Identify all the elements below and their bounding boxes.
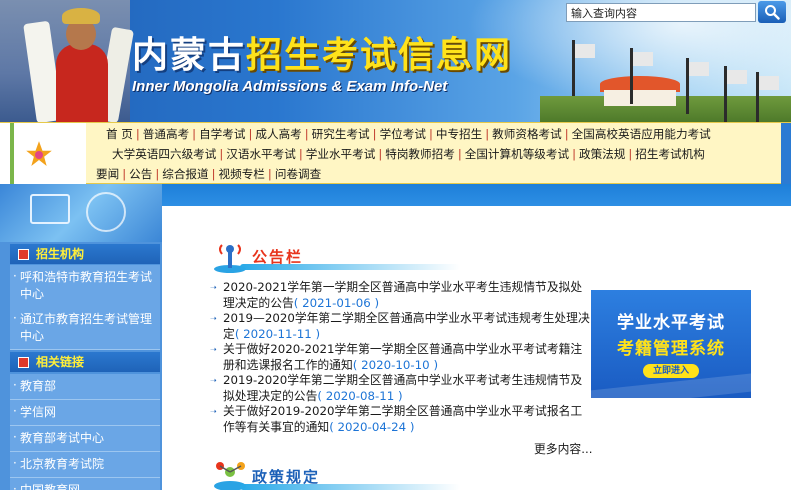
flag-pole: [630, 48, 653, 104]
nav-right-edge: [781, 123, 791, 185]
notice-date: ( 2020-11-11 ): [234, 326, 321, 341]
nav-separator: |: [211, 167, 216, 181]
nav-link[interactable]: 成人高考: [253, 127, 303, 141]
nav-link[interactable]: 视频专栏: [217, 167, 267, 181]
more-notices-link[interactable]: 更多内容...: [534, 440, 592, 457]
nav-row-3: 要闻 | 公告 | 综合报道 | 视频专栏 | 问卷调查: [94, 166, 323, 182]
sidebar-link[interactable]: 学信网: [10, 400, 160, 426]
main-content-edge: [162, 206, 791, 220]
search-button[interactable]: [758, 1, 786, 23]
search-icon: [765, 5, 780, 20]
academic-exam-system-banner[interactable]: 学业水平考试 考籍管理系统 立即进入: [591, 290, 751, 398]
nav-link[interactable]: 全国计算机等级考试: [463, 147, 571, 161]
sidebar-link[interactable]: 北京教育考试院: [10, 452, 160, 478]
flag-pole: [572, 40, 595, 96]
main-navigation: 首 页 | 普通高考 | 自学考试 | 成人高考 | 研究生考试 | 学位考试 | 中专招生 | 教师资格考…: [0, 122, 791, 185]
sidebar-section-links: 相关链接: [10, 352, 160, 372]
banner-person-image: [0, 0, 134, 122]
yurt-image: [600, 76, 680, 106]
nav-link[interactable]: 学位考试: [378, 127, 428, 141]
nav-link[interactable]: 政策法规: [577, 147, 627, 161]
nav-link[interactable]: 自学考试: [197, 127, 247, 141]
enter-now-button[interactable]: 立即进入: [643, 364, 699, 378]
site-title-yellow: 招生考试信息网: [246, 35, 513, 76]
sidebar-link[interactable]: 呼和浩特市教育招生考试中心: [10, 265, 160, 308]
notice-section-header: 公告栏: [210, 242, 510, 273]
notice-item[interactable]: 2019—2020学年第二学期全区普通高中学业水平考试违规考生处理决定( 202…: [210, 311, 590, 342]
square-bullet-icon: [18, 249, 29, 260]
star-icon: [22, 137, 56, 170]
nav-separator: |: [428, 127, 433, 141]
nav-link[interactable]: 研究生考试: [310, 127, 372, 141]
header-banner: 内蒙古招生考试信息网 Inner Mongolia Admissions & E…: [0, 0, 791, 122]
notice-title[interactable]: 2020-2021学年第一学期全区普通高中学业水平考生违规情节及拟处理决定的公告: [223, 280, 582, 310]
nav-link[interactable]: 公告: [127, 167, 154, 181]
sidebar-section-institutions: 招生机构: [10, 244, 160, 264]
nav-row-1: 首 页 | 普通高考 | 自学考试 | 成人高考 | 研究生考试 | 学位考试 | 中专招生 | 教师资格考…: [104, 126, 713, 142]
nav-decoration: [0, 123, 86, 185]
sidebar-section-title: 相关链接: [36, 355, 85, 369]
notice-date: ( 2020-04-24 ): [329, 419, 415, 434]
promo-line-2: 考籍管理系统: [617, 339, 725, 359]
notice-list: 2020-2021学年第一学期全区普通高中学业水平考生违规情节及拟处理决定的公告…: [210, 280, 590, 435]
notice-item[interactable]: 2020-2021学年第一学期全区普通高中学业水平考生违规情节及拟处理决定的公告…: [210, 280, 590, 311]
notice-item[interactable]: 关于做好2020-2021学年第一学期全区普通高中学业水平考试考籍注册和选课报名…: [210, 342, 590, 373]
notice-item[interactable]: 2019-2020学年第二学期全区普通高中学业水平考试考生违规情节及拟处理决定的…: [210, 373, 590, 404]
nav-separator: |: [457, 147, 462, 161]
nav-separator: |: [298, 147, 303, 161]
policy-section-title: 政策规定: [252, 468, 321, 486]
notice-date: ( 2020-08-11 ): [317, 388, 403, 403]
nav-link[interactable]: 招生考试机构: [633, 147, 707, 161]
nav-separator: |: [564, 127, 569, 141]
flag-pole: [686, 58, 709, 114]
nav-separator: |: [267, 167, 272, 181]
nav-link[interactable]: 中专招生: [434, 127, 484, 141]
nav-row-2: 大学英语四六级考试 | 汉语水平考试 | 学业水平考试 | 特岗教师招考 | 全国计算机等级考试…: [110, 146, 707, 162]
notice-date: ( 2020-10-10 ): [352, 357, 439, 372]
sidebar-banner-image: [0, 184, 162, 242]
nav-link[interactable]: 综合报道: [160, 167, 210, 181]
flag-pole: [724, 66, 747, 122]
sidebar-link[interactable]: 教育部: [10, 374, 160, 400]
nav-separator: |: [304, 127, 309, 141]
site-title: 内蒙古招生考试信息网: [132, 36, 512, 76]
nav-separator: |: [372, 127, 377, 141]
nav-link[interactable]: 大学英语四六级考试: [110, 147, 218, 161]
search-input[interactable]: [566, 3, 756, 22]
nav-link[interactable]: 问卷调查: [273, 167, 323, 181]
promo-line-1: 学业水平考试: [617, 313, 725, 333]
nav-link[interactable]: 全国高校英语应用能力考试: [570, 127, 713, 141]
site-title-white: 内蒙古: [132, 35, 247, 76]
square-bullet-icon: [18, 357, 29, 368]
flag-pole: [756, 72, 779, 122]
sidebar-link[interactable]: 通辽市教育招生考试管理中心: [10, 307, 160, 350]
policy-section-header: 政策规定: [210, 460, 510, 490]
notice-date: ( 2021-01-06 ): [293, 295, 380, 310]
nav-link[interactable]: 特岗教师招考: [383, 147, 457, 161]
nav-link[interactable]: 要闻: [94, 167, 121, 181]
sidebar-link[interactable]: 中国教育网: [10, 478, 160, 490]
nav-link[interactable]: 首 页: [104, 127, 135, 141]
notice-item[interactable]: 关于做好2019-2020学年第二学期全区普通高中学业水平考试报名工作等有关事宜…: [210, 404, 590, 435]
nav-separator: |: [135, 127, 140, 141]
nav-link[interactable]: 教师资格考试: [490, 127, 564, 141]
site-subtitle: Inner Mongolia Admissions & Exam Info-Ne…: [132, 78, 448, 95]
nav-link[interactable]: 汉语水平考试: [224, 147, 298, 161]
nav-link[interactable]: 学业水平考试: [304, 147, 378, 161]
sidebar-section-title: 招生机构: [36, 247, 85, 261]
nav-link[interactable]: 普通高考: [141, 127, 191, 141]
notice-section-title: 公告栏: [252, 248, 304, 266]
sidebar-link[interactable]: 教育部考试中心: [10, 426, 160, 452]
